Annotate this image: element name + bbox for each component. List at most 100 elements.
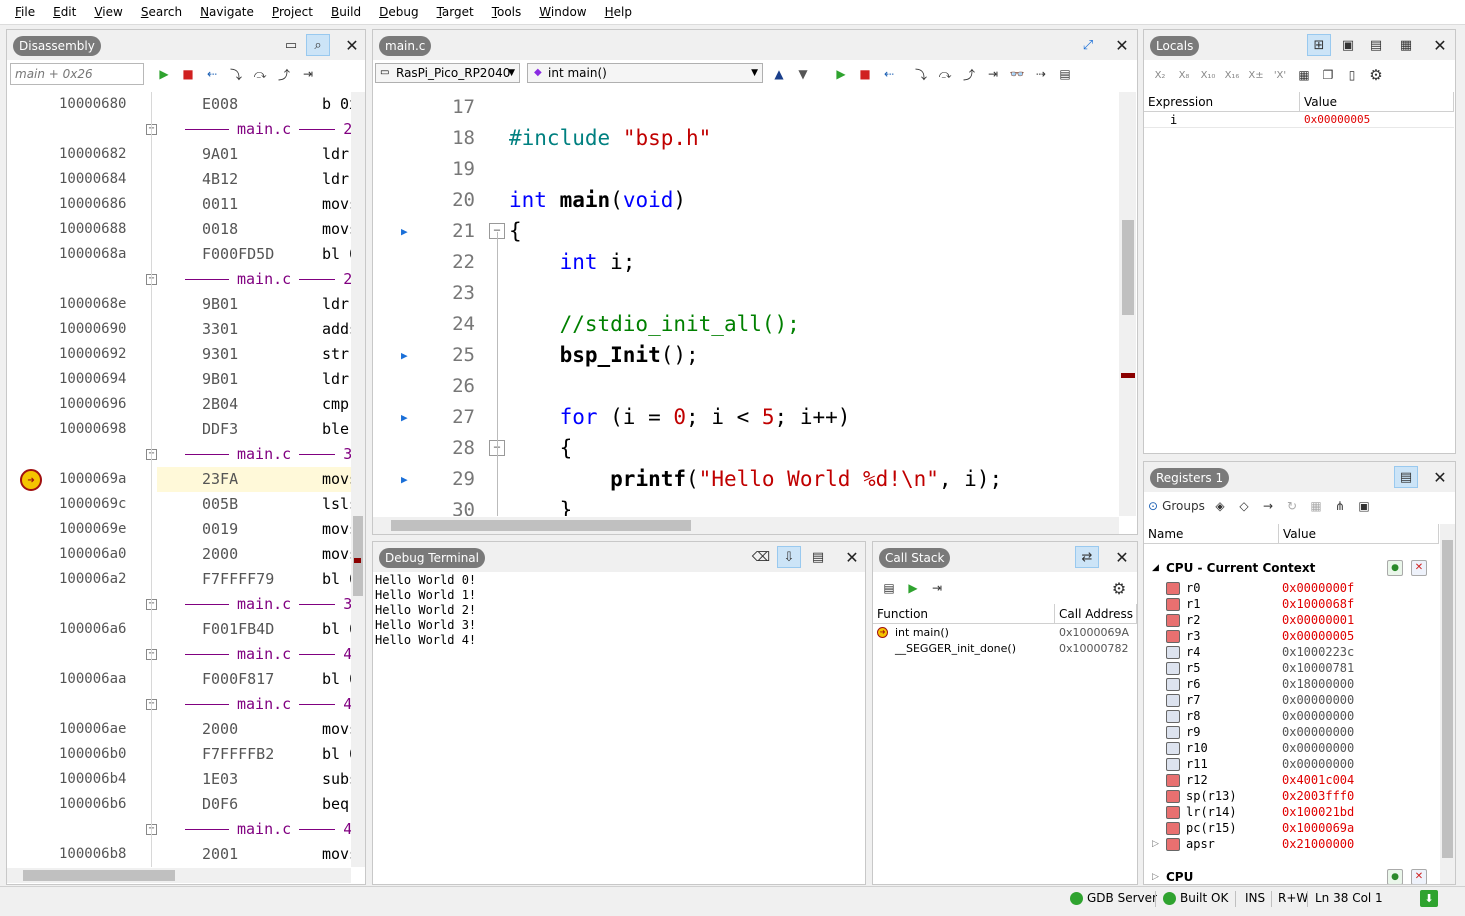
register-value[interactable]: 0x18000000 [1282, 676, 1354, 692]
instruction-row[interactable]: 10000684 4B12 ldr [7, 167, 351, 192]
instruction-row[interactable]: 10000696 2B04 cmp [7, 392, 351, 417]
register-value[interactable]: 0x2003fff0 [1282, 788, 1354, 804]
step-into-icon[interactable]: ⤵ [909, 63, 933, 85]
register-value[interactable]: 0x1000068f [1282, 596, 1354, 612]
col-name[interactable]: Name [1144, 524, 1279, 544]
register-value[interactable]: 0x0000000f [1282, 580, 1354, 596]
code-line[interactable]: 20 int main(void) [373, 185, 1118, 216]
run-icon[interactable]: ▶ [152, 63, 176, 85]
format-decimal-icon[interactable]: X₁₀ [1196, 64, 1220, 86]
locals-title[interactable]: Locals [1150, 36, 1200, 56]
variable-value[interactable]: 0x00000005 [1304, 112, 1370, 128]
chip-icon[interactable]: ◈ [1208, 495, 1232, 517]
code-line[interactable]: ▶ 27 for (i = 0; i < 5; i++) [373, 402, 1118, 433]
instruction-row[interactable]: 10000682 9A01 ldr [7, 142, 351, 167]
register-row[interactable]: r7 0x00000000 [1144, 692, 1434, 708]
register-value[interactable]: 0x1000223c [1282, 644, 1354, 660]
window-icon[interactable]: ▭ [279, 34, 303, 56]
breakpoint-location-icon[interactable]: ▶ [401, 216, 408, 247]
register-row[interactable]: r10 0x00000000 [1144, 740, 1434, 756]
col-value[interactable]: Value [1279, 524, 1439, 544]
close-icon[interactable]: ✕ [1110, 546, 1134, 568]
source-line-row[interactable]: −main.c4 [7, 692, 351, 717]
instruction-row[interactable]: 100006b8 2001 movs [7, 842, 351, 867]
breakpoint-location-icon[interactable]: ▶ [401, 464, 408, 495]
register-value[interactable]: 0x100021bd [1282, 804, 1354, 820]
disassembly-title[interactable]: Disassembly [13, 36, 101, 56]
address-input[interactable] [10, 63, 144, 85]
register-row[interactable]: sp(r13) 0x2003fff0 [1144, 788, 1434, 804]
dock-icon[interactable]: ⤢ [1076, 34, 1100, 56]
register-row[interactable]: r9 0x00000000 [1144, 724, 1434, 740]
register-row[interactable]: r5 0x10000781 [1144, 660, 1434, 676]
editor-tab-main-c[interactable]: main.c [379, 36, 432, 56]
code-line[interactable]: 26 [373, 371, 1118, 402]
shield-icon[interactable]: ● [1387, 560, 1403, 576]
table-icon[interactable]: ▦ [1292, 64, 1316, 86]
code-line[interactable]: 22 int i; [373, 247, 1118, 278]
register-row[interactable]: pc(r15) 0x1000069a [1144, 820, 1434, 836]
window-icon[interactable]: ▣ [1352, 495, 1376, 517]
source-line-row[interactable]: −main.c3 [7, 442, 351, 467]
build-status[interactable]: Built OK [1163, 887, 1228, 909]
col-value[interactable]: Value [1300, 92, 1454, 112]
instruction-row[interactable]: 100006b4 1E03 subs [7, 767, 351, 792]
track-icon[interactable]: ⇄ [1075, 546, 1099, 568]
instruction-row[interactable]: 1000068e 9B01 ldr [7, 292, 351, 317]
code-line[interactable]: 28− { [373, 433, 1118, 464]
menu-search[interactable]: Search [132, 0, 191, 25]
format-char-icon[interactable]: 'X' [1268, 64, 1292, 86]
disassembly-vscroll[interactable] [351, 92, 365, 867]
register-value[interactable]: 0x00000000 [1282, 724, 1354, 740]
register-row[interactable]: ▷ apsr 0x21000000 [1144, 836, 1434, 852]
page-icon[interactable]: ▯ [1340, 64, 1364, 86]
terminal-output[interactable]: Hello World 0! Hello World 1! Hello World … [375, 573, 863, 873]
menu-build[interactable]: Build [322, 0, 370, 25]
code-line[interactable]: 23 [373, 278, 1118, 309]
callstack-row[interactable]: ➜ int main() 0x1000069A [873, 625, 1137, 641]
menu-target[interactable]: Target [428, 0, 483, 25]
register-row[interactable]: lr(r14) 0x100021bd [1144, 804, 1434, 820]
source-line-row[interactable]: −main.c4 [7, 642, 351, 667]
source-line-row[interactable]: −main.c2 [7, 117, 351, 142]
arrow-right-icon[interactable]: → [1256, 495, 1280, 517]
instruction-row[interactable]: 10000688 0018 movs [7, 217, 351, 242]
stack-icon[interactable]: ▤ [1053, 63, 1077, 85]
register-row[interactable]: r8 0x00000000 [1144, 708, 1434, 724]
disassembly-listing[interactable]: 10000680E008b 0x−main.c2100006829A01ldr1… [7, 92, 351, 867]
back-icon[interactable]: ⇠ [200, 63, 224, 85]
menu-tools[interactable]: Tools [483, 0, 531, 25]
window-icon[interactable]: ▤ [1364, 34, 1388, 56]
graph-icon[interactable]: ▦ [1394, 34, 1418, 56]
registers-title[interactable]: Registers 1 [1150, 468, 1230, 488]
stop-icon[interactable]: ■ [853, 63, 877, 85]
instruction-row[interactable]: 10000680 E008 b 0x [7, 92, 351, 117]
menu-window[interactable]: Window [530, 0, 595, 25]
function-combo[interactable]: int main() ◆ ▼ [527, 63, 763, 83]
code-line[interactable]: 18 #include "bsp.h" [373, 123, 1118, 154]
window-icon[interactable]: ▤ [1394, 466, 1418, 488]
glasses-icon[interactable]: 👓 [1005, 63, 1029, 85]
target-combo[interactable]: RasPi_Pico_RP2040 ▭ ▼ [375, 63, 520, 83]
code-line[interactable]: 19 [373, 154, 1118, 185]
code-line[interactable]: 17 [373, 92, 1118, 123]
register-value[interactable]: 0x00000000 [1282, 708, 1354, 724]
code-line[interactable]: 30 } [373, 495, 1118, 516]
registers-vscroll[interactable] [1440, 524, 1455, 884]
menu-project[interactable]: Project [263, 0, 322, 25]
register-value[interactable]: 0x21000000 [1282, 836, 1354, 852]
register-value[interactable]: 0x10000781 [1282, 660, 1354, 676]
gdb-server-status[interactable]: GDB Server [1070, 887, 1157, 909]
groups-button[interactable]: ⊙ Groups [1148, 495, 1208, 517]
instruction-row[interactable]: 1000069e 0019 movs [7, 517, 351, 542]
local-variable-row[interactable]: i 0x00000005 [1144, 112, 1454, 128]
register-value[interactable]: 0x00000005 [1282, 628, 1354, 644]
callstack-title[interactable]: Call Stack [879, 548, 951, 568]
instruction-row[interactable]: 10000698 DDF3 ble [7, 417, 351, 442]
format-hex-icon[interactable]: X₁₆ [1220, 64, 1244, 86]
step-out-icon[interactable]: ⤴ [957, 63, 981, 85]
col-function[interactable]: Function [873, 604, 1055, 624]
table-icon[interactable]: ▦ [1304, 495, 1328, 517]
close-icon[interactable]: ✕ [840, 546, 864, 568]
callstack-row[interactable]: __SEGGER_init_done() 0x10000782 [873, 641, 1137, 657]
